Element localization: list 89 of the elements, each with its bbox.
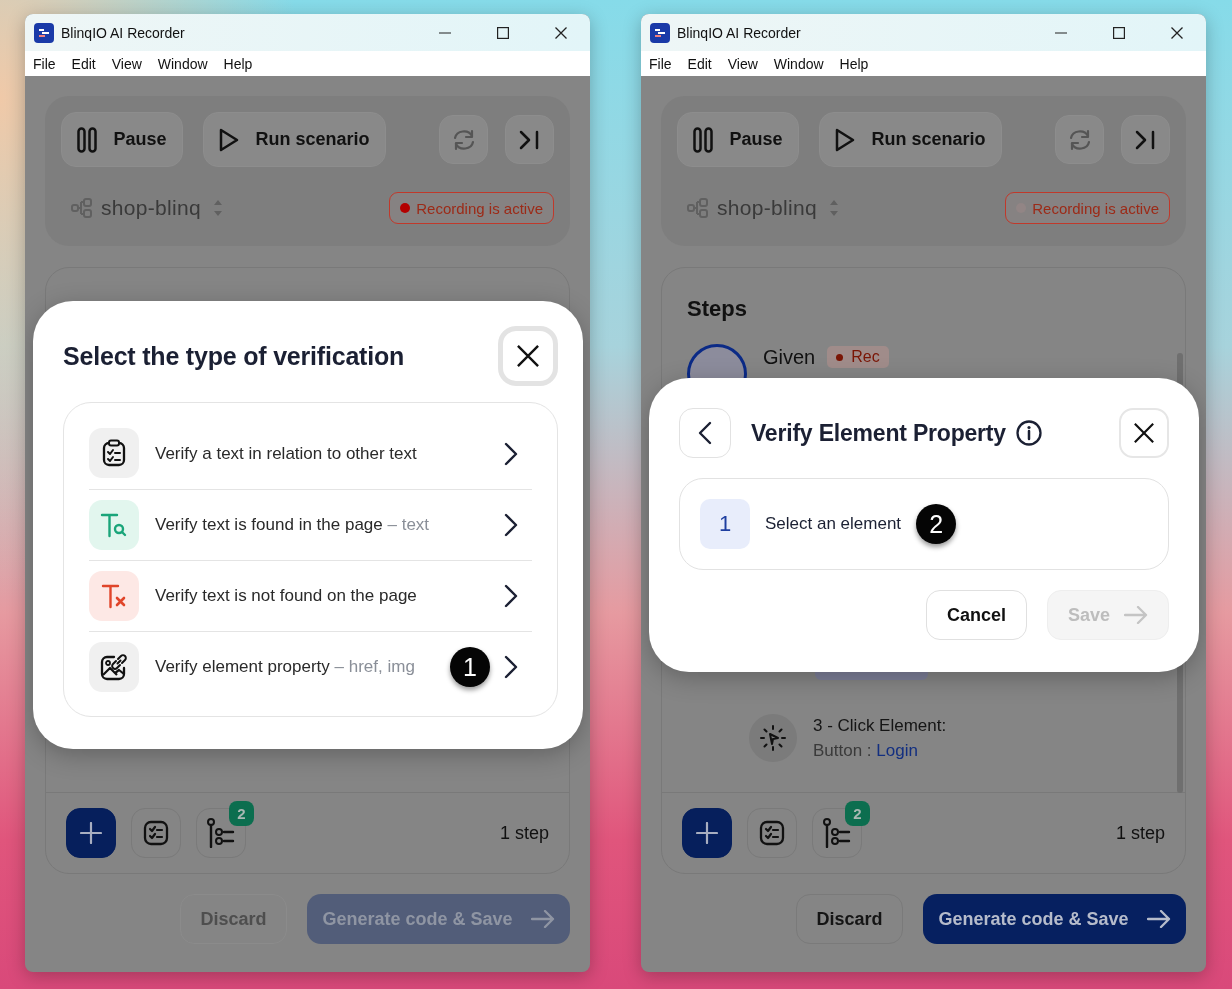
menu-item[interactable]: File: [641, 55, 680, 72]
chevron-left-icon: [698, 421, 712, 445]
menu-item[interactable]: Help: [215, 55, 261, 72]
info-icon: [1015, 420, 1042, 446]
menu-item[interactable]: Edit: [63, 55, 104, 72]
menu-item[interactable]: Window: [765, 55, 832, 72]
rec-tag: Rec: [827, 346, 889, 368]
close-button[interactable]: [1119, 408, 1169, 458]
count-badge: 2: [229, 801, 254, 826]
chevron-right-icon: [504, 584, 518, 608]
chevron-right-icon: [504, 513, 518, 537]
dialog-title: Select the type of verification: [63, 341, 405, 371]
verification-option[interactable]: Verify a text in relation to other text: [89, 428, 532, 489]
menu-item[interactable]: Edit: [679, 55, 720, 72]
close-button[interactable]: [498, 326, 558, 386]
pause-icon: [77, 126, 98, 153]
checklist-icon: [759, 820, 785, 846]
callout-marker: 1: [450, 647, 490, 687]
recording-status: Recording is active: [389, 192, 554, 224]
back-button[interactable]: [679, 408, 731, 458]
generate-save-button[interactable]: Generate code & Save: [923, 894, 1186, 944]
plus-icon: [696, 822, 718, 844]
skip-forward-icon: [518, 129, 541, 150]
plus-icon: [80, 822, 102, 844]
checklist-icon: [143, 820, 169, 846]
skip-forward-icon: [1134, 129, 1157, 150]
arrow-right-icon: [1146, 910, 1171, 928]
add-step-button[interactable]: [66, 808, 116, 858]
text-remove-icon: [101, 583, 127, 609]
maximize-icon: [1113, 26, 1125, 39]
tree-list-icon: [823, 818, 851, 848]
menu-item[interactable]: View: [719, 55, 766, 72]
window-title: BlinqIO AI Recorder: [61, 24, 185, 41]
run-scenario-button[interactable]: Run scenario: [819, 112, 1002, 167]
step-number: 1: [700, 499, 750, 549]
add-step-button[interactable]: [682, 808, 732, 858]
checklist-button[interactable]: [131, 808, 181, 858]
step-label: Select an element: [765, 514, 902, 534]
play-icon: [835, 127, 856, 152]
steps-title: Steps: [687, 296, 748, 322]
skip-button[interactable]: [505, 115, 554, 164]
dialog-title: Verify Element Property: [751, 419, 1006, 447]
text-search-icon: [100, 512, 128, 538]
tree-view-button[interactable]: [812, 808, 862, 858]
checklist-button[interactable]: [747, 808, 797, 858]
menu-item[interactable]: Help: [831, 55, 877, 72]
discard-button[interactable]: Discard: [796, 894, 903, 944]
run-scenario-button[interactable]: Run scenario: [203, 112, 386, 167]
close-icon: [555, 26, 567, 39]
click-icon: [760, 725, 786, 751]
app-logo-icon: [650, 22, 670, 43]
step-count: 1 step: [499, 822, 549, 844]
pause-icon: [693, 126, 714, 153]
menu-item[interactable]: File: [25, 55, 64, 72]
skip-button[interactable]: [1121, 115, 1170, 164]
image-link-icon: [100, 653, 128, 681]
project-icon: [71, 198, 93, 218]
chevron-right-icon: [504, 442, 518, 466]
step-keyword: Given: [763, 346, 816, 369]
app-logo-icon: [34, 22, 54, 43]
window-title: BlinqIO AI Recorder: [677, 24, 801, 41]
pause-button[interactable]: Pause: [61, 112, 183, 167]
tree-view-button[interactable]: [196, 808, 246, 858]
pause-button[interactable]: Pause: [677, 112, 799, 167]
callout-marker: 2: [916, 504, 957, 544]
clipboard-checklist-icon: [102, 439, 126, 467]
project-icon: [687, 198, 709, 218]
verification-option[interactable]: Verify text is found in the page – text: [89, 489, 532, 560]
maximize-icon: [497, 26, 509, 39]
close-icon: [1134, 423, 1154, 443]
cancel-button[interactable]: Cancel: [925, 590, 1027, 640]
step-detail: Button : Login: [813, 740, 919, 761]
step-title: 3 - Click Element:: [813, 715, 947, 736]
menu-item[interactable]: View: [103, 55, 150, 72]
menu-item[interactable]: Window: [149, 55, 216, 72]
step-count: 1 step: [1115, 822, 1165, 844]
arrow-right-icon: [530, 910, 555, 928]
sort-icon: [212, 198, 223, 218]
verification-option[interactable]: Verify element property – href, img 1: [89, 631, 532, 702]
count-badge: 2: [845, 801, 870, 826]
verification-option[interactable]: Verify text is not found on the page: [89, 560, 532, 631]
recording-status: Recording is active: [1005, 192, 1170, 224]
chevron-right-icon: [504, 655, 518, 679]
close-icon: [1171, 26, 1183, 39]
play-icon: [219, 127, 240, 152]
arrow-right-icon: [1124, 606, 1148, 624]
sort-icon: [828, 198, 839, 218]
close-icon: [517, 345, 539, 367]
tree-list-icon: [207, 818, 235, 848]
